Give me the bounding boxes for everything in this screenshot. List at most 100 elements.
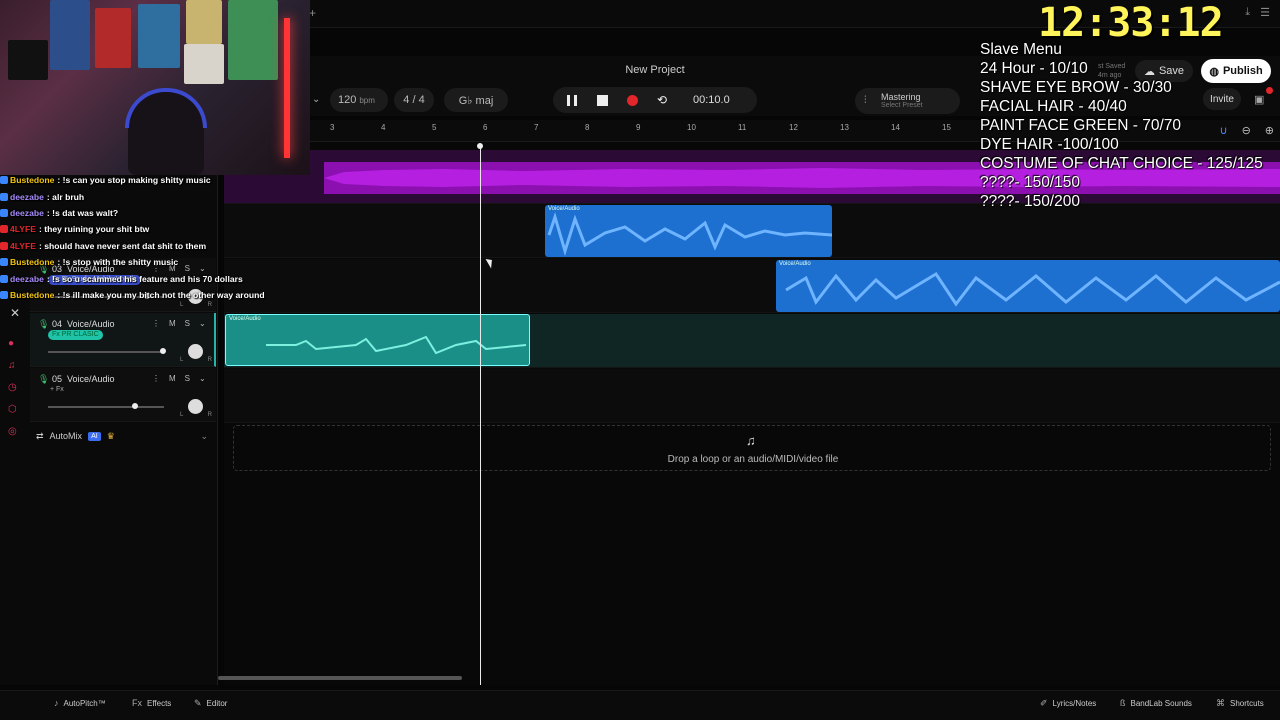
solo-button[interactable]: S [185, 374, 190, 383]
mastering-preset: Select Preset [881, 102, 923, 109]
webcam-overlay [0, 0, 310, 175]
shortcuts-icon: ⌘ [1216, 698, 1225, 708]
drop-zone[interactable]: ♫ Drop a loop or an audio/MIDI/video fil… [233, 425, 1271, 471]
playhead[interactable] [480, 145, 481, 685]
track-name[interactable]: 04 Voice/Audio [52, 319, 115, 329]
bandlab-icon: ß [1120, 698, 1126, 708]
add-fx-button[interactable]: + Fx [50, 386, 64, 393]
time-display: 00:10.0 [693, 94, 730, 106]
chat-badge-icon [0, 225, 8, 234]
arrangement-area[interactable]: Voice/Audio Voice/Audio Voice/Audio ♫ Dr… [224, 142, 1280, 685]
time-signature[interactable]: 4 / 4 [394, 88, 434, 112]
volume-fader[interactable] [48, 348, 166, 354]
stop-button[interactable] [593, 91, 611, 109]
settings-icon[interactable]: ◎ [8, 426, 22, 437]
wall-poster [184, 44, 224, 84]
track-lane-05[interactable] [224, 369, 1280, 423]
mute-button[interactable]: M [169, 374, 176, 383]
record-button[interactable] [623, 91, 641, 109]
pan-labels: LR [180, 412, 212, 418]
bandlab-sounds-button[interactable]: ß BandLab Sounds [1120, 698, 1192, 708]
fader-knob[interactable] [132, 403, 138, 409]
mastering-title: Mastering [881, 92, 921, 102]
track-lane-03[interactable]: Voice/Audio [224, 259, 1280, 313]
track-lane-04[interactable]: Voice/Audio [224, 314, 1280, 368]
playhead-handle[interactable] [477, 143, 483, 149]
menu-line: COSTUME OF CHAT CHOICE - 125/125 [980, 155, 1263, 172]
autopitch-icon: ♪ [54, 698, 59, 708]
more-icon[interactable]: ⋮ [152, 374, 160, 383]
waveform [785, 271, 1280, 307]
fader-knob[interactable] [160, 348, 166, 354]
chevron-down-icon[interactable]: ⌄ [312, 94, 320, 105]
chat-message: deezabe: !s so u scammed his feature and… [0, 270, 300, 286]
chat-message: Bustedone: !s stop with the shitty music [0, 254, 300, 270]
audio-clip[interactable]: Voice/Audio [776, 260, 1280, 312]
automix-label: AutoMix [49, 431, 83, 441]
track-controls: ⋮ M S ⌄ [152, 319, 206, 328]
project-title[interactable]: New Project [600, 64, 710, 76]
menu-line: Slave Menu [980, 41, 1062, 58]
menu-icon[interactable]: ☰ [1260, 6, 1270, 19]
chat-username: 4LYFE [10, 224, 36, 235]
drop-zone-text: Drop a loop or an audio/MIDI/video file [667, 454, 839, 465]
chevron-down-icon[interactable]: ⌄ [199, 319, 206, 328]
instrument-icon[interactable]: ♫ [8, 360, 22, 371]
key-selector[interactable]: G♭ maj [444, 88, 508, 112]
chat-username: Bustedone [10, 289, 55, 300]
bar-number: 4 [381, 123, 386, 132]
chat-message: Bustedone: !s ill make you my bitch not … [0, 287, 300, 303]
track-header-05[interactable]: 🎙 05 Voice/Audio ⋮ M S ⌄ + Fx LR [30, 368, 216, 422]
editor-button[interactable]: ✎ Editor [194, 698, 227, 709]
volume-fader[interactable] [48, 403, 164, 409]
chat-message: deezabe: alr bruh [0, 188, 300, 204]
wall-poster [186, 0, 222, 44]
loop-library-icon[interactable]: ⬡ [8, 404, 22, 415]
audio-clip[interactable]: Voice/Audio [225, 314, 530, 366]
lyrics-button[interactable]: ✐ Lyrics/Notes [1040, 698, 1096, 709]
chat-text: : !s dat was walt? [46, 207, 119, 218]
shortcuts-button[interactable]: ⌘ Shortcuts [1216, 698, 1264, 709]
chevron-down-icon[interactable]: ⌄ [199, 374, 206, 383]
track-header-04[interactable]: 🎙 04 Voice/Audio ⋮ M S ⌄ Fx PR CLASIC LR [30, 313, 216, 367]
new-tab-button[interactable]: + [309, 7, 321, 19]
horizontal-scrollbar[interactable] [218, 676, 462, 680]
fx-chip[interactable]: Fx PR CLASIC [48, 330, 103, 340]
track-lane-02[interactable]: Voice/Audio [224, 204, 1280, 258]
menu-line: PAINT FACE GREEN - 70/70 [980, 117, 1181, 134]
track-name[interactable]: 05 Voice/Audio [52, 374, 115, 384]
mute-button[interactable]: M [169, 319, 176, 328]
loop-icon: ⟲ [656, 93, 668, 107]
chat-text: : alr bruh [46, 191, 85, 202]
waveform [266, 335, 527, 355]
chat-overlay: Bustedone: !s can you stop making shitty… [0, 172, 300, 303]
record-side-icon[interactable]: ● [8, 338, 22, 349]
chat-message: 4LYFE: should have never sent dat shit t… [0, 238, 300, 254]
tempo-field[interactable]: 120 bpm [330, 88, 388, 112]
chat-badge-icon [0, 208, 8, 217]
chevron-down-icon[interactable]: ⌄ [200, 431, 208, 442]
wall-poster [8, 40, 48, 80]
bar-number: 3 [330, 123, 335, 132]
solo-button[interactable]: S [185, 319, 190, 328]
history-icon[interactable]: ◷ [8, 382, 22, 393]
effects-button[interactable]: Fx Effects [132, 698, 171, 708]
headset [125, 88, 207, 128]
more-icon[interactable]: ⋮ [152, 319, 160, 328]
download-icon[interactable]: ⤓ [1245, 6, 1250, 19]
chat-badge-icon [0, 290, 8, 299]
bar-number: 14 [891, 123, 900, 132]
bar-number: 7 [534, 123, 539, 132]
bar-number: 6 [483, 123, 488, 132]
mic-icon: 🎙 [38, 374, 50, 384]
bar-number: 15 [942, 123, 951, 132]
chat-username: deezabe [10, 273, 44, 284]
x-close-icon[interactable]: ✕ [10, 306, 20, 320]
mastering-button[interactable]: ⫶ Mastering Select Preset [855, 88, 960, 114]
pause-button[interactable] [563, 91, 581, 109]
loop-button[interactable]: ⟲ [653, 91, 671, 109]
automix-row[interactable]: ⇄ AutoMix AI ♛ ⌄ [30, 427, 216, 445]
autopitch-button[interactable]: ♪ AutoPitch™ [54, 698, 106, 708]
chat-badge-icon [0, 241, 8, 250]
audio-clip[interactable]: Voice/Audio [545, 205, 832, 257]
